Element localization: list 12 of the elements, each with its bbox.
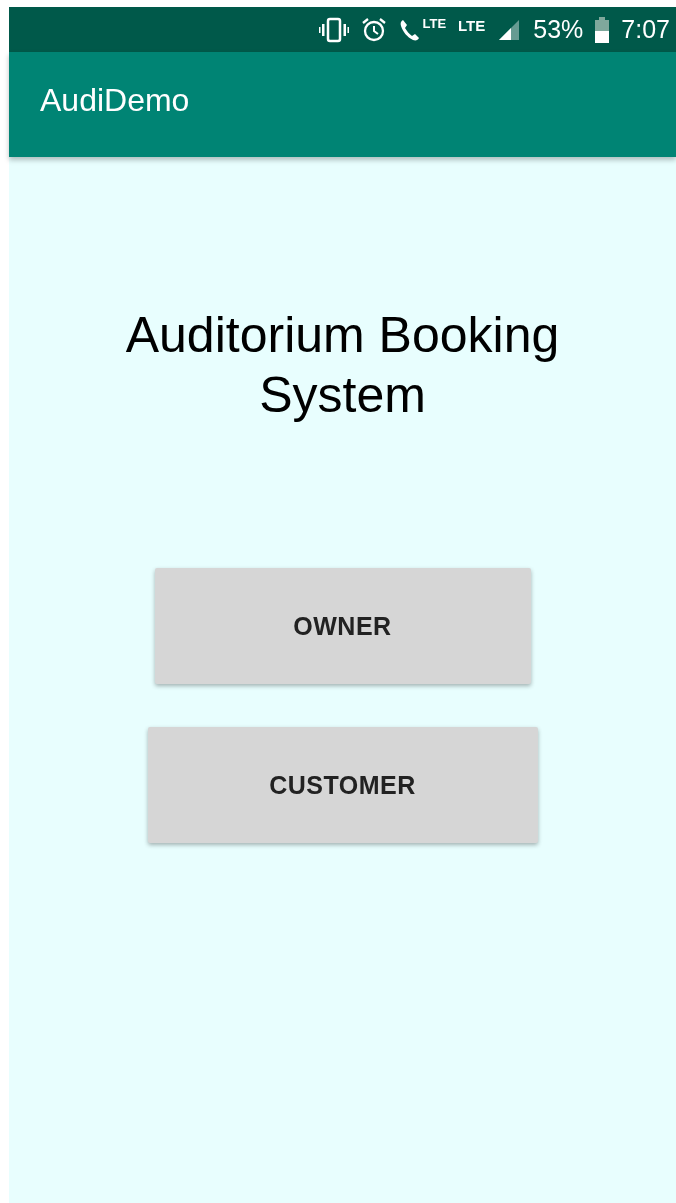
clock-time: 7:07 [621, 15, 670, 44]
network-type-label: LTE [458, 17, 486, 34]
alarm-clock-icon [361, 16, 388, 43]
battery-percentage: 53% [533, 15, 584, 44]
menu-button[interactable]: OWNER [154, 568, 531, 684]
network-type-label: LTE [422, 15, 447, 31]
app-title: AudiDemo [40, 82, 190, 119]
phone-icon [399, 17, 422, 42]
menu-button[interactable]: CUSTOMER [147, 727, 538, 843]
heading: Auditorium Booking System [124, 306, 561, 425]
battery-icon [595, 16, 610, 43]
vibrate-icon [319, 16, 350, 43]
